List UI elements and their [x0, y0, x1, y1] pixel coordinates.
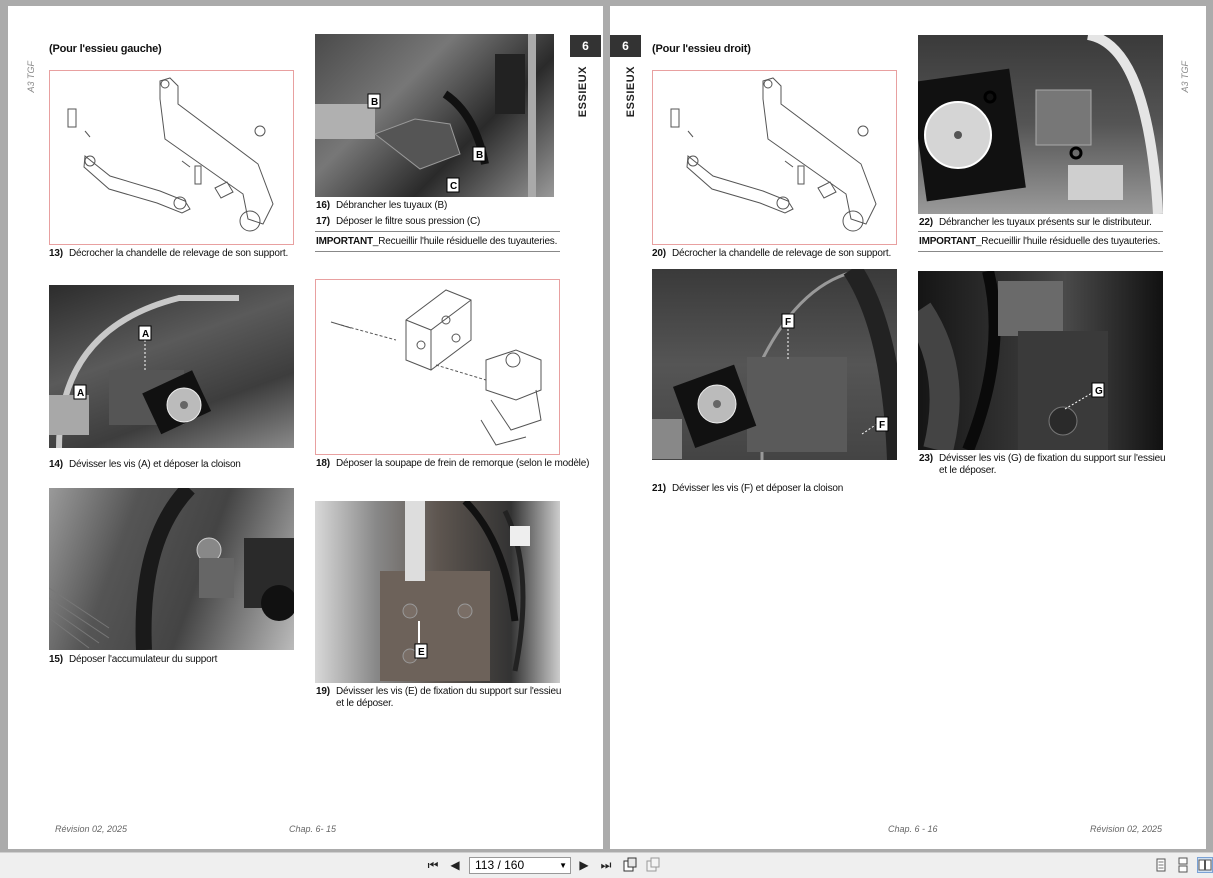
callout-b-label: B [371, 97, 378, 108]
page-indicator: 113 / 160 [475, 858, 525, 872]
chevron-down-icon: ▼ [559, 861, 567, 870]
partition-photo: A A [49, 285, 294, 448]
chapter-title: ESSIEUX [577, 66, 589, 118]
partition-photo: F F [652, 269, 897, 460]
footer-chapter-page: Chap. 6- 15 [289, 824, 337, 834]
side-label: A3 TGF [1180, 61, 1190, 93]
chapter-number-tab: 6 [610, 35, 641, 57]
page-number-select[interactable]: 113 / 160 ▼ [469, 857, 571, 874]
important-note: IMPORTANT_Recueillir l'huile résiduelle … [316, 236, 558, 247]
accumulator-photo [49, 488, 294, 650]
two-page-view-icon[interactable] [1197, 857, 1213, 873]
last-page-icon[interactable]: ⏭ [598, 857, 614, 873]
callout-a-label-2: A [77, 388, 84, 399]
footer-chapter-page: Chap. 6 - 16 [888, 824, 938, 834]
step-16: 16) Débrancher les tuyaux (B) [316, 200, 448, 211]
step-23: 23) Dévisser les vis (G) de fixation du s… [919, 453, 1166, 476]
divider [918, 231, 1163, 232]
step-13: 13) Décrocher la chandelle de relevage de… [49, 248, 289, 259]
filter-photo: B B C [315, 34, 554, 197]
important-note: IMPORTANT_Recueillir l'huile résiduelle … [919, 236, 1161, 247]
step-15: 15) Déposer l'accumulateur du support [49, 654, 218, 665]
footer-revision: Révision 02, 2025 [1090, 824, 1163, 834]
step-18: 18) Déposer la soupape de frein de remorq… [316, 458, 590, 469]
divider [918, 251, 1163, 252]
callout-b-label-2: B [476, 150, 483, 161]
viewer-toolbar: ⏮ ◀ 113 / 160 ▼ ▶ ⏭ [0, 852, 1213, 878]
step-21: 21) Dévisser les vis (F) et déposer la cl… [652, 483, 844, 494]
previous-page-icon[interactable]: ◀ [447, 857, 463, 873]
continuous-view-icon[interactable] [1175, 857, 1191, 873]
step-20: 20) Décrocher la chandelle de relevage de… [652, 248, 892, 259]
callout-e-label: E [418, 647, 425, 658]
document-page-right: 6 ESSIEUX A3 TGF (Pour l'essieu droit) 2… [610, 6, 1206, 849]
single-page-view-icon[interactable] [1153, 857, 1169, 873]
divider [315, 251, 560, 252]
chapter-title: ESSIEUX [625, 66, 637, 118]
tie-rod-drawing [652, 70, 897, 245]
axle-support-photo: G [918, 271, 1163, 450]
section-heading: (Pour l'essieu droit) [652, 43, 751, 55]
distributor-photo [918, 35, 1163, 214]
divider [315, 231, 560, 232]
paste-page-icon[interactable] [645, 857, 661, 873]
step-22: 22) Débrancher les tuyaux présents sur le… [919, 217, 1152, 228]
footer-revision: Révision 02, 2025 [55, 824, 128, 834]
brake-valve-drawing [315, 279, 560, 455]
first-page-icon[interactable]: ⏮ [425, 857, 441, 873]
copy-page-icon[interactable] [622, 857, 638, 873]
callout-f-label-2: F [879, 420, 885, 431]
step-17: 17) Déposer le filtre sous pression (C) [316, 216, 481, 227]
axle-support-photo: E [315, 501, 560, 683]
step-14: 14) Dévisser les vis (A) et déposer la cl… [49, 459, 241, 470]
chapter-number-tab: 6 [570, 35, 601, 57]
callout-c-label: C [450, 181, 457, 192]
callout-f-label: F [785, 317, 791, 328]
side-label: A3 TGF [26, 61, 36, 93]
callout-g-label: G [1095, 386, 1103, 397]
next-page-icon[interactable]: ▶ [576, 857, 592, 873]
callout-a-label: A [142, 329, 149, 340]
tie-rod-drawing [49, 70, 294, 245]
document-page-left: A3 TGF (Pour l'essieu gauche) 13) Décroch… [8, 6, 603, 849]
step-19: 19) Dévisser les vis (E) de fixation du s… [316, 686, 562, 709]
section-heading: (Pour l'essieu gauche) [49, 43, 162, 55]
